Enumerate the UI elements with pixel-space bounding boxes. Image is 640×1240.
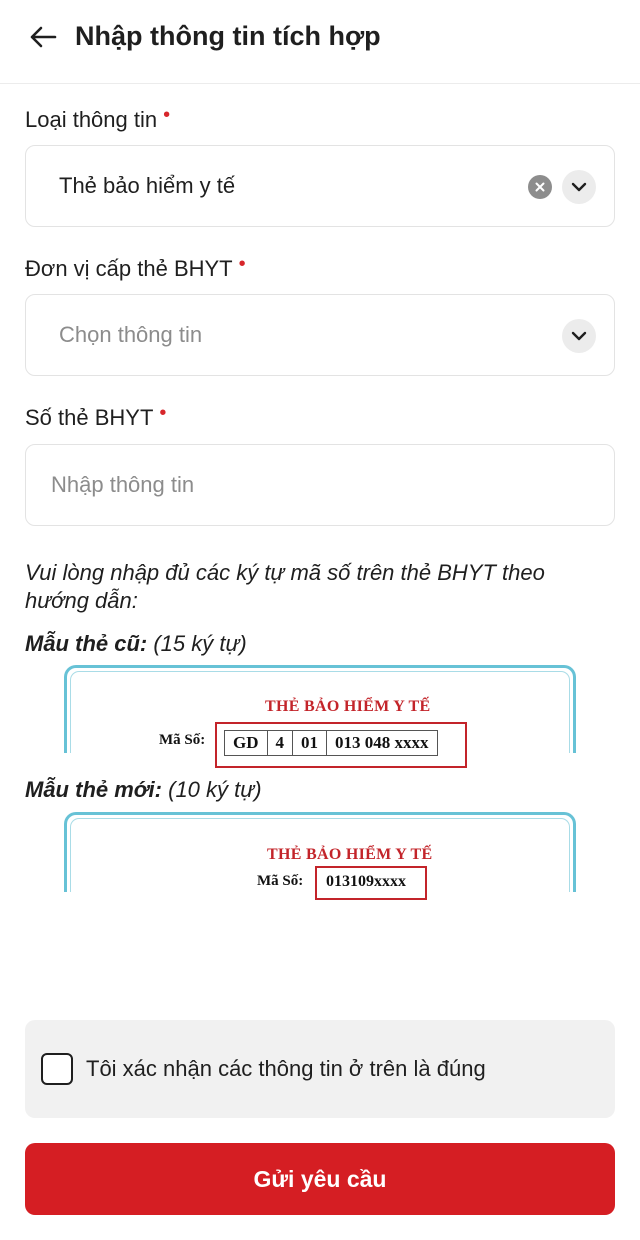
input-hint: Vui lòng nhập đủ các ký tự mã số trên th… <box>25 560 545 613</box>
new-card-sample-label: Mẫu thẻ mới: (10 ký tự) <box>25 775 262 805</box>
info-type-label-text: Loại thông tin <box>25 107 158 132</box>
new-card-label-bold: Mẫu thẻ mới: <box>25 777 162 802</box>
dropdown-toggle[interactable] <box>562 319 596 353</box>
old-card-label-bold: Mẫu thẻ cũ: <box>25 631 148 656</box>
issuer-label: Đơn vị cấp thẻ BHYT • <box>25 253 246 285</box>
clear-button[interactable] <box>528 175 552 199</box>
old-card-code: GD 4 01 013 048 xxxx <box>224 730 438 756</box>
issuer-select[interactable]: Chọn thông tin <box>25 294 615 376</box>
old-code-part: 01 <box>293 731 327 755</box>
required-mark: • <box>159 402 167 424</box>
old-card-title: THẺ BẢO HIỂM Y TẾ <box>265 698 431 715</box>
required-mark: • <box>163 104 171 126</box>
old-card-ma-so: Mã Số: <box>159 732 206 748</box>
issuer-placeholder: Chọn thông tin <box>59 322 203 347</box>
new-card-ma-so: Mã Số: <box>257 873 304 889</box>
old-card-image: THẺ BẢO HIỂM Y TẾ Mã Số: GD 4 01 013 048… <box>64 665 576 768</box>
card-number-field <box>25 444 615 526</box>
card-number-label-text: Số thẻ BHYT <box>25 405 154 430</box>
new-card-label-rest: (10 ký tự) <box>162 777 262 802</box>
confirm-section: Tôi xác nhận các thông tin ở trên là đún… <box>25 1020 615 1118</box>
chevron-down-icon <box>571 182 587 192</box>
old-card-sample-label: Mẫu thẻ cũ: (15 ký tự) <box>25 629 247 659</box>
issuer-label-text: Đơn vị cấp thẻ BHYT <box>25 256 233 281</box>
close-icon <box>535 182 545 192</box>
info-type-select[interactable]: Thẻ bảo hiểm y tế <box>25 145 615 227</box>
new-card-code-highlight: 013109xxxx <box>315 866 427 900</box>
card-number-label: Số thẻ BHYT • <box>25 402 167 434</box>
old-card-code-highlight: GD 4 01 013 048 xxxx <box>215 722 467 768</box>
chevron-down-icon <box>571 331 587 341</box>
back-button[interactable] <box>26 20 60 54</box>
app-header: Nhập thông tin tích hợp <box>0 0 640 84</box>
arrow-left-icon <box>30 26 57 48</box>
new-card-image: THẺ BẢO HIỂM Y TẾ Mã Số: 013109xxxx <box>64 812 576 900</box>
old-code-part: GD <box>225 731 268 755</box>
info-type-label: Loại thông tin • <box>25 104 171 136</box>
confirm-checkbox[interactable] <box>41 1053 73 1085</box>
info-type-value: Thẻ bảo hiểm y tế <box>59 173 236 198</box>
old-code-part: 013 048 xxxx <box>335 733 429 752</box>
required-mark: • <box>238 253 246 275</box>
old-code-part: 4 <box>268 731 293 755</box>
dropdown-toggle[interactable] <box>562 170 596 204</box>
old-card-label-rest: (15 ký tự) <box>147 631 247 656</box>
page-title: Nhập thông tin tích hợp <box>75 21 381 51</box>
submit-button[interactable]: Gửi yêu cầu <box>25 1143 615 1215</box>
card-number-input[interactable] <box>51 470 571 500</box>
new-card-title: THẺ BẢO HIỂM Y TẾ <box>267 846 433 863</box>
new-card-code: 013109xxxx <box>326 873 406 890</box>
confirm-label[interactable]: Tôi xác nhận các thông tin ở trên là đún… <box>86 1054 486 1084</box>
